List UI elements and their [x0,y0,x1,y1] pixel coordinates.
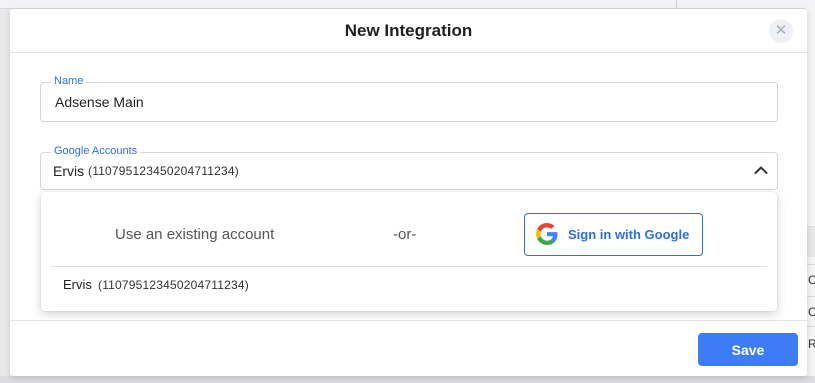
selected-account-name: Ervis [53,163,85,179]
save-button[interactable]: Save [698,333,798,366]
background-row: C [806,264,815,295]
account-option-name: Ervis [63,277,92,292]
background-footer [0,376,815,383]
name-field-value[interactable]: Adsense Main [55,94,144,110]
dialog-header: New Integration ✕ [10,9,807,53]
google-accounts-select[interactable]: Google Accounts Ervis (11079512345020471… [40,145,778,190]
background-row: R [806,326,815,357]
background-row: C [806,296,815,327]
selected-account-id: (110795123450204711234) [88,164,239,178]
google-accounts-dropdown: Use an existing account -or- Sign in wit… [41,192,777,311]
background-table-edge: C C R [806,0,815,383]
background-table-header [0,0,815,9]
background-cell-text: C [808,273,815,287]
background-row [806,226,815,257]
account-option[interactable]: Ervis (110795123450204711234) [41,268,777,304]
background-cell-text: C [808,305,815,319]
or-separator: -or- [393,226,417,243]
background-column-divider [676,0,677,8]
close-button[interactable]: ✕ [769,19,793,43]
name-field-label: Name [51,75,87,87]
google-accounts-label: Google Accounts [51,145,141,157]
sign-in-with-google-button[interactable]: Sign in with Google [524,213,703,256]
name-field[interactable]: Name Adsense Main [40,75,778,122]
footer-divider [10,320,807,321]
close-icon: ✕ [774,22,788,39]
chevron-up-icon[interactable] [753,163,769,177]
sign-in-with-google-label: Sign in with Google [568,227,690,242]
account-option-id: (110795123450204711234) [98,278,249,292]
google-logo-icon [536,223,558,245]
dropdown-divider [51,266,767,267]
existing-account-label: Use an existing account [115,226,275,243]
dialog-title: New Integration [344,21,473,40]
background-cell-text: R [808,337,815,351]
